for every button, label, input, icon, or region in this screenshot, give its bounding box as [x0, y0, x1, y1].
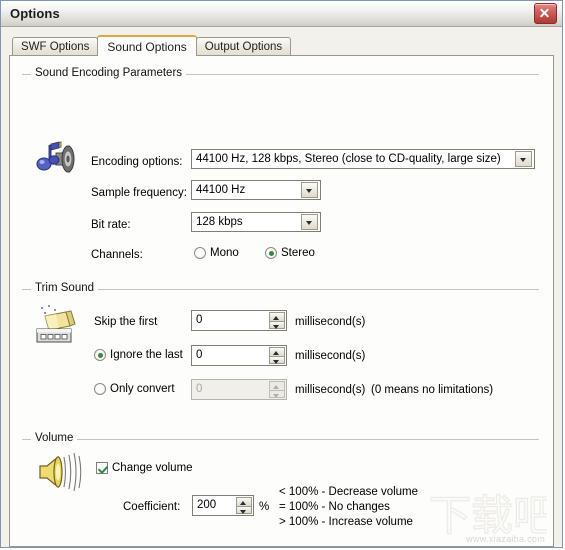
change-volume-label: Change volume	[112, 462, 193, 474]
group-divider	[22, 439, 539, 440]
stepper-buttons[interactable]	[236, 497, 252, 514]
radio-channels-stereo[interactable]: Stereo	[265, 247, 315, 259]
ignore-last-label: Ignore the last	[110, 349, 183, 361]
skip-first-unit: millisecond(s)	[295, 316, 366, 328]
group-volume: Volume	[22, 432, 539, 444]
tab-bar: SWF Options Sound Options Output Options	[12, 34, 554, 56]
stepper-up-icon[interactable]	[269, 312, 285, 321]
sound-trim-icon	[32, 304, 80, 349]
radio-dot-icon	[94, 383, 106, 395]
encoding-options-label: Encoding options:	[91, 156, 183, 168]
tab-output-options[interactable]: Output Options	[195, 37, 292, 55]
close-icon[interactable]	[534, 3, 557, 24]
chevron-down-icon[interactable]	[301, 182, 318, 198]
tab-swf-options[interactable]: SWF Options	[12, 37, 99, 55]
radio-label-stereo: Stereo	[281, 247, 315, 259]
volume-hint-decrease: < 100% - Decrease volume	[279, 486, 419, 498]
skip-first-stepper[interactable]: 0	[191, 310, 287, 331]
encoding-options-select[interactable]: 44100 Hz, 128 kbps, Stereo (close to CD-…	[191, 149, 535, 169]
title-bar: Options	[1, 1, 562, 27]
speaker-waves-icon	[34, 452, 86, 499]
group-title-sound-encoding: Sound Encoding Parameters	[31, 67, 187, 79]
sample-frequency-label: Sample frequency:	[91, 187, 187, 199]
radio-only-convert[interactable]: Only convert	[94, 383, 175, 395]
group-title-volume: Volume	[31, 432, 78, 444]
group-trim-sound: Trim Sound	[22, 282, 539, 294]
checkbox-check-icon	[96, 462, 108, 474]
stepper-buttons[interactable]	[269, 347, 285, 364]
watermark-url: www.xiazaiba.com	[466, 534, 545, 544]
bit-rate-select[interactable]: 128 kbps	[191, 212, 321, 232]
window-title: Options	[10, 6, 60, 21]
stepper-down-icon[interactable]	[236, 505, 252, 514]
only-convert-unit: millisecond(s)	[295, 384, 366, 396]
stepper-down-icon[interactable]	[269, 355, 285, 364]
ignore-last-unit: millisecond(s)	[295, 350, 366, 362]
bit-rate-label: Bit rate:	[91, 219, 131, 231]
group-sound-encoding: Sound Encoding Parameters	[22, 67, 539, 79]
ignore-last-value: 0	[196, 349, 203, 361]
bit-rate-value: 128 kbps	[196, 216, 243, 228]
stepper-up-icon	[269, 381, 285, 390]
stepper-down-icon	[269, 389, 285, 398]
tab-sound-options[interactable]: Sound Options	[97, 35, 197, 56]
watermark-text: 下载吧	[429, 491, 547, 540]
stepper-up-icon[interactable]	[269, 347, 285, 356]
only-convert-value: 0	[196, 383, 203, 395]
sample-frequency-select[interactable]: 44100 Hz	[191, 180, 321, 200]
stepper-up-icon[interactable]	[236, 497, 252, 506]
radio-label-mono: Mono	[210, 247, 239, 259]
stepper-down-icon[interactable]	[269, 320, 285, 329]
only-convert-stepper: 0	[191, 379, 287, 400]
coefficient-value: 200	[197, 499, 217, 511]
only-convert-label: Only convert	[110, 383, 175, 395]
skip-first-value: 0	[196, 314, 203, 326]
watermark-logo: 下载吧	[428, 486, 553, 544]
ignore-last-stepper[interactable]: 0	[191, 345, 287, 366]
volume-hint-nochange: = 100% - No changes	[279, 501, 390, 513]
sound-options-panel: Sound Encoding Parameters Encoding optio…	[9, 55, 554, 547]
group-title-trim-sound: Trim Sound	[31, 282, 99, 294]
group-divider	[22, 289, 539, 290]
radio-channels-mono[interactable]: Mono	[194, 247, 239, 259]
radio-dot-icon	[194, 247, 206, 259]
chevron-down-icon[interactable]	[301, 214, 318, 230]
stepper-buttons[interactable]	[269, 312, 285, 329]
only-convert-note: (0 means no limitations)	[371, 384, 494, 396]
skip-first-label: Skip the first	[94, 316, 158, 328]
encoding-options-value: 44100 Hz, 128 kbps, Stereo (close to CD-…	[196, 153, 501, 165]
coefficient-label: Coefficient:	[123, 501, 181, 513]
channels-label: Channels:	[91, 249, 143, 261]
stepper-buttons	[269, 381, 285, 398]
options-dialog: Options SWF Options Sound Options Output…	[0, 0, 563, 548]
radio-dot-icon	[94, 349, 106, 361]
radio-dot-icon	[265, 247, 277, 259]
volume-hint-increase: > 100% - Increase volume	[279, 516, 413, 528]
coefficient-stepper[interactable]: 200	[192, 495, 254, 516]
change-volume-checkbox[interactable]: Change volume	[96, 462, 193, 474]
sample-frequency-value: 44100 Hz	[196, 184, 246, 196]
radio-ignore-last[interactable]: Ignore the last	[94, 349, 183, 361]
coefficient-unit: %	[259, 501, 270, 513]
chevron-down-icon[interactable]	[515, 151, 532, 167]
dialog-client-area: SWF Options Sound Options Output Options…	[1, 27, 562, 547]
music-note-speaker-icon	[32, 139, 76, 182]
